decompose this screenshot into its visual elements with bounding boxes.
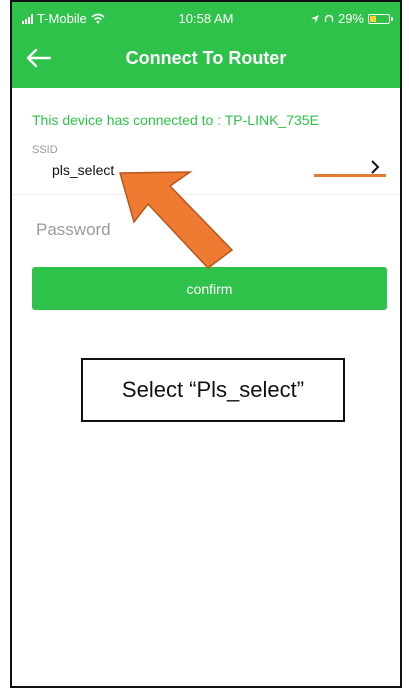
phone-frame: T-Mobile 10:58 AM 29% Connect To Router … xyxy=(10,0,402,688)
battery-icon xyxy=(368,13,393,24)
instruction-callout: Select “Pls_select” xyxy=(81,358,345,422)
password-field[interactable] xyxy=(32,214,382,246)
headphones-icon xyxy=(324,14,334,22)
annotation-line xyxy=(314,174,386,177)
ssid-value: pls_select xyxy=(52,162,115,178)
status-right: 29% xyxy=(310,11,393,26)
ssid-label: SSID xyxy=(32,144,58,156)
title-bar: Connect To Router xyxy=(12,36,400,82)
chevron-right-icon xyxy=(371,160,380,174)
connection-message: This device has connected to : TP-LINK_7… xyxy=(32,112,319,128)
app-header: T-Mobile 10:58 AM 29% Connect To Router xyxy=(12,2,400,88)
confirm-button[interactable]: confirm xyxy=(32,267,387,310)
status-bar: T-Mobile 10:58 AM 29% xyxy=(12,2,400,32)
page-title: Connect To Router xyxy=(125,48,287,68)
battery-percent: 29% xyxy=(337,11,364,26)
location-icon xyxy=(310,14,319,23)
ssid-selector[interactable]: SSID pls_select xyxy=(12,142,400,195)
instruction-text: Select “Pls_select” xyxy=(121,377,305,402)
